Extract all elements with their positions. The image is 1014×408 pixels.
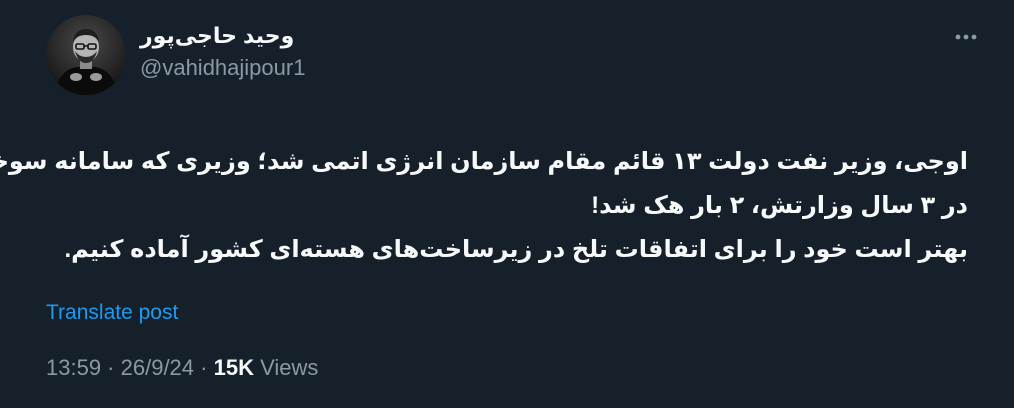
- tweet-text-line: اوجی، وزیر نفت دولت ۱۳ قائم مقام سازمان …: [0, 148, 968, 175]
- views-label: Views: [260, 355, 319, 380]
- meta-separator: ·: [194, 355, 214, 380]
- tweet-text: اوجی، وزیر نفت دولت ۱۳ قائم مقام سازمان …: [0, 140, 968, 272]
- author-handle[interactable]: @vahidhajipour1: [140, 54, 305, 82]
- tweet-time[interactable]: 13:59: [46, 355, 101, 380]
- tweet-text-line: در ۳ سال وزارتش، ۲ بار هک شد!: [591, 192, 968, 219]
- translate-post-link[interactable]: Translate post: [46, 299, 178, 327]
- tweet-meta: 13:59 · 26/9/24 · 15K Views: [46, 354, 318, 382]
- views-count: 15K: [213, 355, 254, 380]
- author-display-name[interactable]: وحید حاجی‌پور: [140, 22, 294, 50]
- tweet-date[interactable]: 26/9/24: [121, 355, 194, 380]
- more-horizontal-icon: [955, 34, 977, 40]
- more-options-button[interactable]: [948, 22, 984, 52]
- avatar[interactable]: [46, 15, 126, 95]
- avatar-photo-icon: [46, 15, 126, 95]
- tweet-card: وحید حاجی‌پور @vahidhajipour1 اوجی، وزیر…: [0, 0, 1014, 408]
- meta-separator: ·: [101, 355, 121, 380]
- tweet-text-line: بهتر است خود را برای اتفاقات تلخ در زیرس…: [64, 236, 968, 263]
